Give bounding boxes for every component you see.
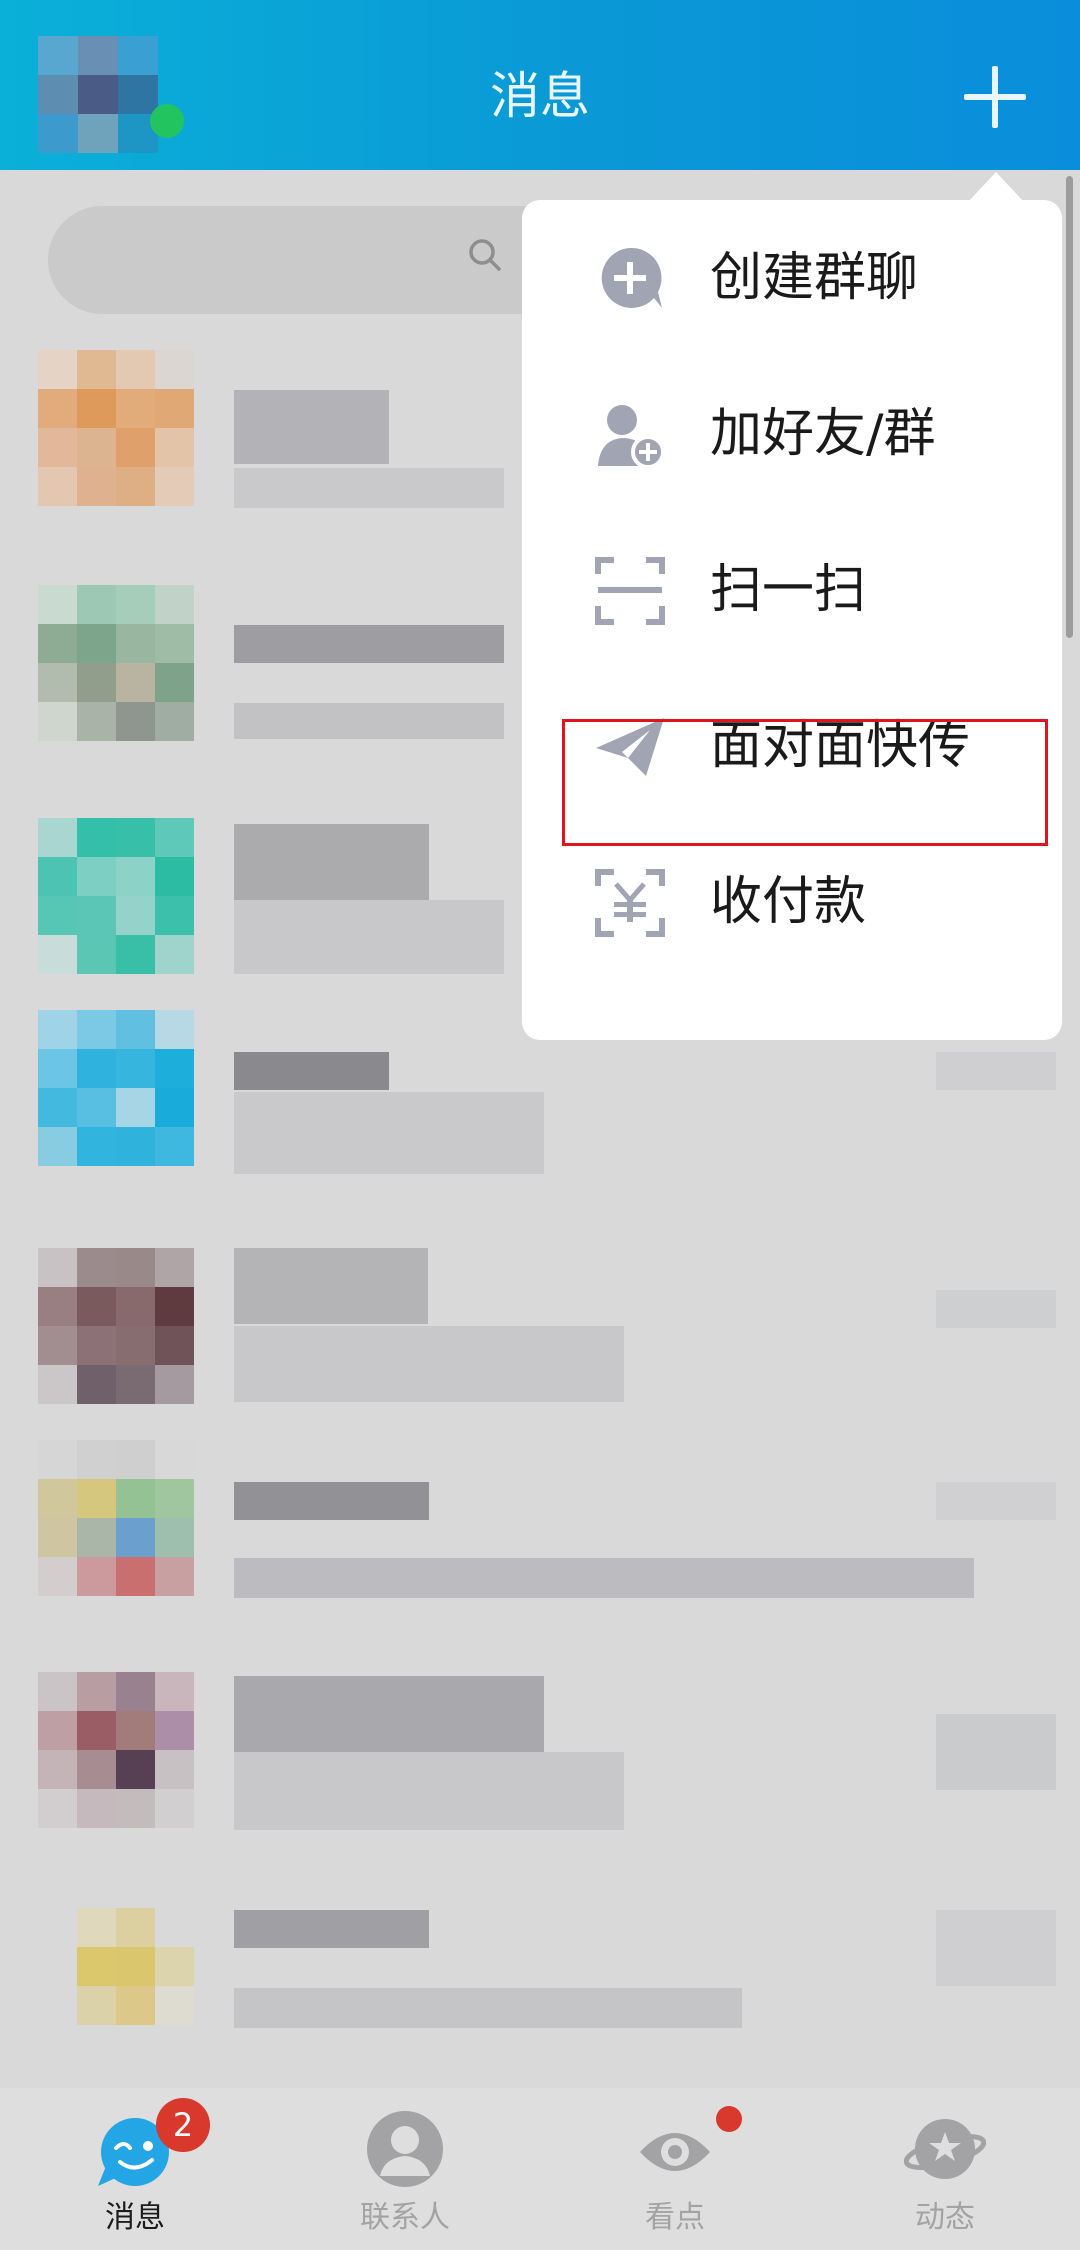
- avatar: [38, 1908, 194, 2064]
- tab-label: 看点: [645, 2200, 705, 2235]
- menu-pointer: [968, 172, 1024, 202]
- avatar: [38, 1010, 194, 1166]
- avatar: [38, 1672, 194, 1828]
- menu-item-payment[interactable]: 收付款: [522, 824, 1062, 980]
- add-plus-button[interactable]: [960, 62, 1030, 132]
- scrollbar[interactable]: [1066, 176, 1073, 638]
- list-item[interactable]: [0, 1672, 1080, 1892]
- avatar: [38, 818, 194, 974]
- menu-item-label: 加好友/群: [710, 404, 936, 464]
- tab-moments[interactable]: 动态: [810, 2088, 1080, 2250]
- menu-item-scan[interactable]: 扫一扫: [522, 512, 1062, 668]
- bottom-tab-bar: 2 消息 联系人 看点 动态: [0, 2088, 1080, 2250]
- menu-item-add-friend[interactable]: 加好友/群: [522, 356, 1062, 512]
- list-item[interactable]: [0, 1248, 1080, 1468]
- tab-contacts[interactable]: 联系人: [270, 2088, 540, 2250]
- planet-star-icon: [904, 2119, 986, 2179]
- menu-item-label: 创建群聊: [710, 248, 919, 308]
- scan-icon: [595, 557, 665, 625]
- add-friend-icon: [598, 405, 665, 469]
- tab-label: 消息: [105, 2200, 165, 2235]
- avatar: [38, 350, 194, 506]
- tab-label: 动态: [915, 2200, 975, 2235]
- plus-popup-menu: 创建群聊 加好友/群 扫一扫 面对面快传 收付款: [522, 200, 1062, 1040]
- search-icon: [469, 239, 501, 271]
- payment-icon: [595, 869, 665, 937]
- create-group-chat-icon: [601, 247, 662, 308]
- notification-dot: [716, 2106, 742, 2132]
- tab-discover[interactable]: 看点: [540, 2088, 810, 2250]
- eye-icon: [640, 2133, 710, 2171]
- menu-item-create-group-chat[interactable]: 创建群聊: [522, 200, 1062, 356]
- page-title: 消息: [490, 67, 590, 125]
- avatar: [38, 585, 194, 741]
- list-item[interactable]: [0, 1440, 1080, 1660]
- unread-badge: 2: [156, 2098, 210, 2152]
- top-bar: 消息: [0, 0, 1080, 170]
- menu-item-label: 扫一扫: [710, 560, 867, 620]
- tab-messages[interactable]: 2 消息: [0, 2088, 270, 2250]
- tab-label: 联系人: [360, 2200, 450, 2235]
- contacts-icon: [367, 2111, 443, 2187]
- list-item[interactable]: [0, 1010, 1080, 1230]
- menu-item-label: 收付款: [710, 872, 867, 932]
- avatar: [38, 1248, 194, 1404]
- avatar: [38, 1440, 194, 1596]
- highlight-box: [562, 719, 1048, 846]
